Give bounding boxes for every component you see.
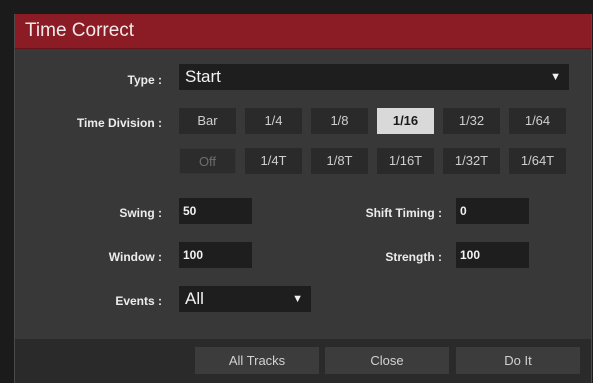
time-division-option[interactable]: Bar: [179, 108, 236, 134]
time-division-option[interactable]: 1/32T: [443, 148, 500, 174]
type-value: Start: [185, 67, 221, 86]
time-correct-dialog: Time Correct Type : Start ▼ Time Divisio…: [14, 14, 592, 383]
swing-label: Swing :: [119, 206, 162, 220]
type-select[interactable]: Start ▼: [179, 64, 569, 90]
do-it-button[interactable]: Do It: [456, 347, 580, 374]
strength-field[interactable]: 100: [456, 242, 529, 268]
window-field[interactable]: 100: [179, 242, 252, 268]
time-division-option[interactable]: 1/16: [377, 108, 434, 134]
type-label: Type :: [127, 73, 162, 87]
time-division-option[interactable]: 1/64T: [509, 148, 566, 174]
time-division-option[interactable]: 1/8: [311, 108, 368, 134]
window-label: Window :: [108, 250, 162, 264]
time-division-option[interactable]: 1/16T: [377, 148, 434, 174]
time-division-option[interactable]: 1/32: [443, 108, 500, 134]
dialog-footer: All Tracks Close Do It: [15, 339, 591, 383]
time-division-option[interactable]: 1/64: [509, 108, 566, 134]
dialog-titlebar: Time Correct: [15, 14, 591, 49]
time-division-option[interactable]: Off: [179, 148, 236, 174]
shift-timing-label: Shift Timing :: [365, 206, 442, 220]
swing-field[interactable]: 50: [179, 198, 252, 224]
events-label: Events :: [115, 294, 162, 308]
time-division-option[interactable]: 1/4: [245, 108, 302, 134]
events-select[interactable]: All ▼: [179, 286, 311, 312]
time-division-option[interactable]: 1/4T: [245, 148, 302, 174]
strength-label: Strength :: [385, 250, 442, 264]
events-value: All: [185, 289, 204, 308]
caret-down-icon: ▼: [550, 71, 561, 83]
all-tracks-button[interactable]: All Tracks: [195, 347, 319, 374]
dialog-title: Time Correct: [25, 20, 135, 41]
time-division-option[interactable]: 1/8T: [311, 148, 368, 174]
caret-down-icon: ▼: [292, 293, 303, 305]
close-button[interactable]: Close: [325, 347, 449, 374]
shift-timing-field[interactable]: 0: [456, 198, 529, 224]
time-division-label: Time Division :: [76, 116, 162, 130]
